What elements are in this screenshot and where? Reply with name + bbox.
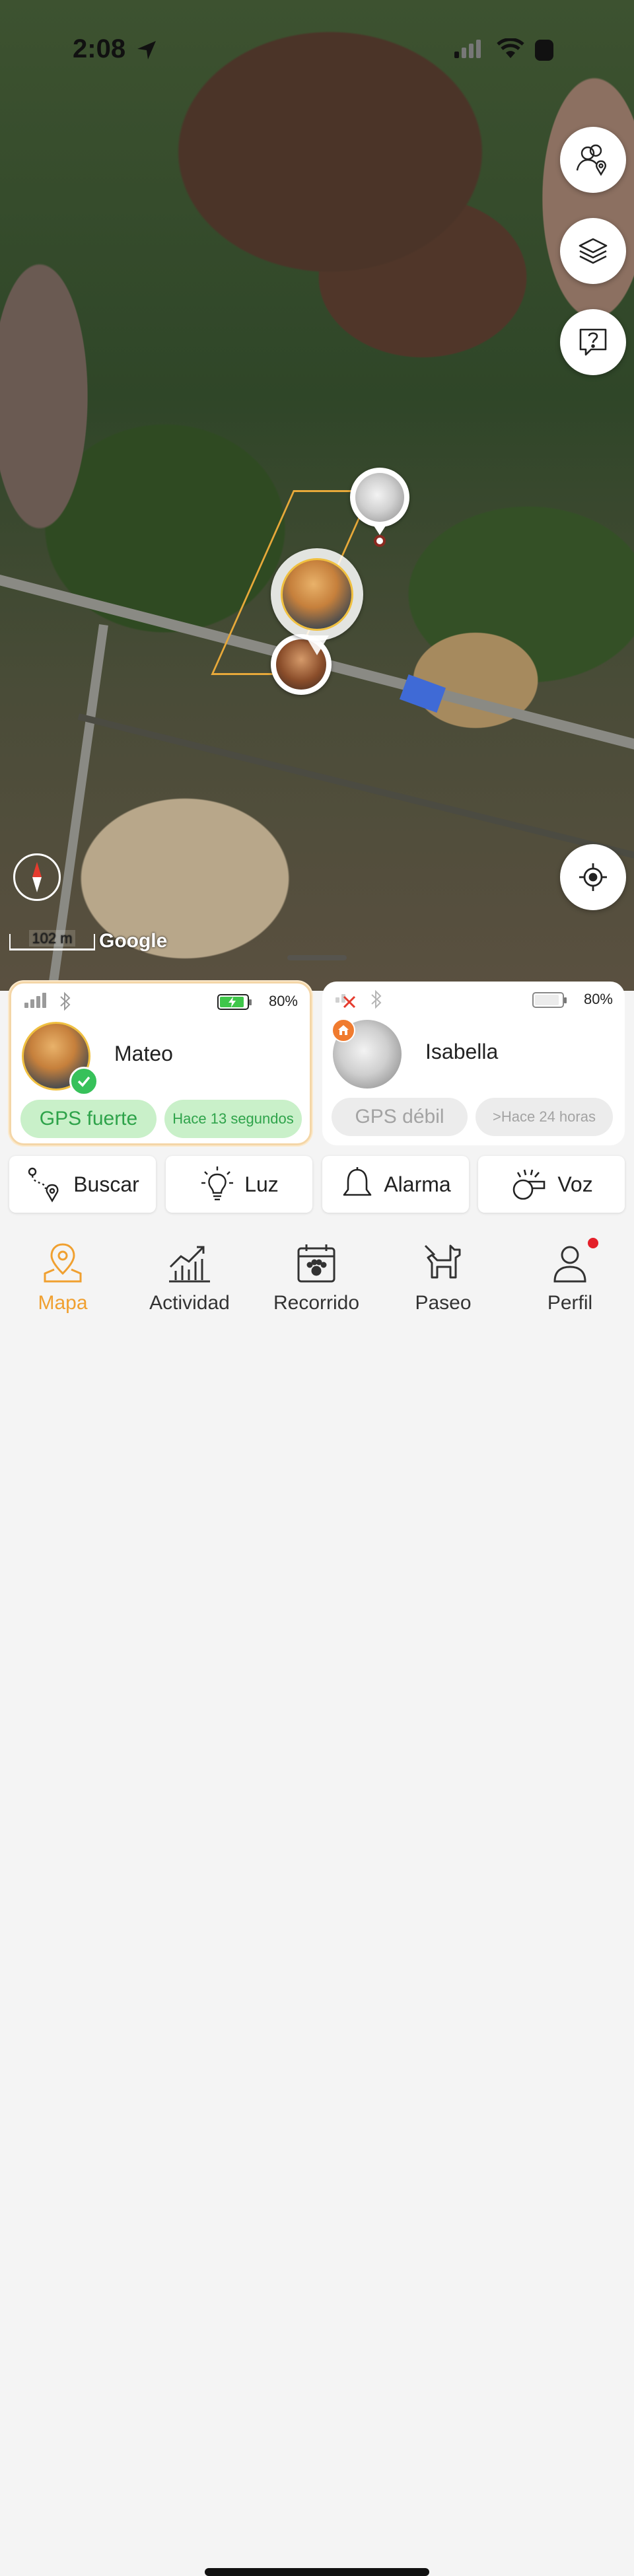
wifi-icon: [497, 38, 524, 58]
gps-status-chip: GPS débil: [332, 1098, 468, 1136]
compass-icon[interactable]: [13, 853, 61, 901]
online-check-icon: [69, 1067, 98, 1096]
isabella-photo: [355, 473, 404, 522]
bluetooth-icon: [60, 991, 71, 1011]
alarm-button[interactable]: Alarma: [322, 1156, 469, 1213]
tab-label: Recorrido: [273, 1292, 360, 1314]
voice-label: Voz: [557, 1172, 593, 1196]
railway: [77, 713, 634, 864]
location-arrow-icon: [137, 41, 156, 59]
tab-activity[interactable]: Actividad: [127, 1240, 252, 1314]
cell-signal-icon: [24, 993, 48, 1008]
notification-dot: [588, 1238, 598, 1248]
home-indicator: [205, 2568, 429, 2576]
battery-status-icon: [535, 40, 553, 61]
no-signal-x-icon: [343, 995, 356, 1009]
map-layers-button[interactable]: [560, 218, 626, 284]
pet-name: Mateo: [114, 1042, 173, 1065]
map-scale: 102 m: [9, 930, 95, 950]
gps-status-chip: GPS fuerte: [20, 1100, 157, 1138]
find-button[interactable]: Buscar: [9, 1156, 156, 1213]
tab-label: Mapa: [38, 1292, 88, 1314]
help-chat-icon: [579, 328, 607, 356]
lightbulb-icon: [201, 1166, 234, 1201]
calendar-paw-icon: [297, 1244, 335, 1283]
locate-me-button[interactable]: [560, 844, 626, 910]
route-search-icon: [28, 1167, 59, 1203]
tab-trip[interactable]: Recorrido: [254, 1240, 379, 1314]
pet-card-isabella[interactable]: 80% Isabella GPS débil >Hace 24 horas: [322, 982, 625, 1145]
status-time: 2:08: [73, 34, 126, 63]
google-attribution: Google: [99, 930, 168, 952]
tab-map[interactable]: Mapa: [0, 1240, 125, 1314]
battery-icon: [532, 992, 567, 1008]
tab-label: Paseo: [415, 1292, 472, 1314]
satellite-map[interactable]: 102 m Google: [0, 0, 634, 991]
scale-label: 102 m: [29, 930, 75, 947]
bluetooth-icon: [371, 989, 382, 1009]
sheet-grab-handle[interactable]: [287, 955, 347, 960]
find-label: Buscar: [73, 1172, 139, 1196]
help-button[interactable]: [560, 309, 626, 375]
pet-name: Isabella: [425, 1040, 499, 1063]
home-badge-icon: [332, 1019, 355, 1042]
tab-profile[interactable]: Perfil: [507, 1238, 633, 1314]
people-location-icon: [576, 144, 606, 176]
profile-icon: [553, 1246, 586, 1283]
tab-label: Actividad: [149, 1292, 230, 1314]
pet-pin-mateo[interactable]: [271, 548, 363, 667]
cell-signal-icon: [454, 40, 483, 58]
building: [399, 674, 446, 713]
battery-percent: 80%: [583, 991, 613, 1007]
locate-icon: [579, 863, 607, 891]
mateo-photo: [281, 558, 353, 631]
whistle-icon: [513, 1169, 546, 1200]
layers-icon: [579, 238, 608, 264]
pet-card-mateo[interactable]: 80% Mateo GPS fuerte Hace 13 segundos: [9, 982, 312, 1145]
status-bar: 2:08: [0, 0, 634, 99]
pet-pin-isabella[interactable]: [350, 468, 409, 554]
battery-icon: [217, 994, 252, 1010]
last-update-chip: Hace 13 segundos: [164, 1100, 302, 1138]
tab-walk[interactable]: Paseo: [380, 1240, 506, 1314]
bottom-tab-bar: Mapa Actividad Recorrido Paseo Perfil: [0, 1221, 634, 2576]
share-location-button[interactable]: [560, 127, 626, 193]
activity-chart-icon: [169, 1246, 210, 1283]
bell-icon: [343, 1167, 372, 1196]
light-label: Luz: [244, 1172, 279, 1196]
last-update-chip: >Hace 24 horas: [476, 1098, 613, 1136]
battery-percent: 80%: [268, 993, 298, 1009]
light-button[interactable]: Luz: [166, 1156, 312, 1213]
map-pin-icon: [44, 1243, 82, 1283]
voice-button[interactable]: Voz: [478, 1156, 625, 1213]
alarm-label: Alarma: [384, 1172, 451, 1196]
tab-label: Perfil: [547, 1292, 593, 1314]
dog-walk-icon: [424, 1244, 461, 1279]
